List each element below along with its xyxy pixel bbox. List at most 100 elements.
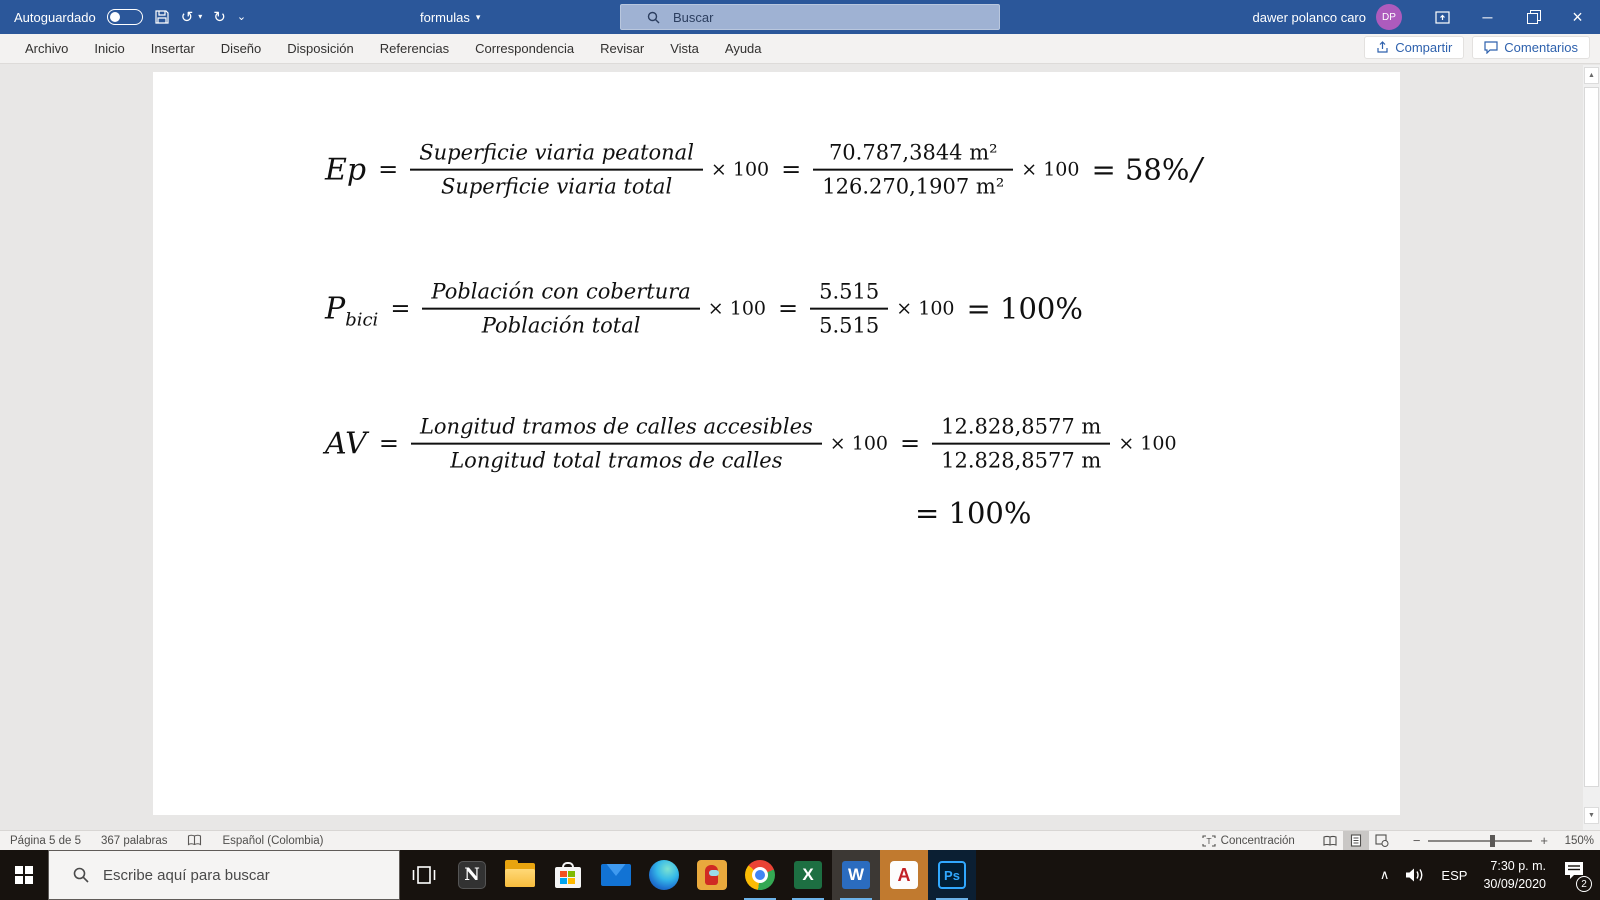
autosave-toggle[interactable] [106,9,143,25]
formula-av-continuation[interactable]: = 100% [915,496,1031,530]
read-mode-icon [1323,835,1337,846]
vertical-scrollbar[interactable]: ▲ ▼ [1583,65,1600,830]
equals-sign: = [378,156,399,184]
scroll-down-button[interactable]: ▼ [1584,807,1599,824]
focus-mode-button[interactable]: T Concentración [1202,835,1295,847]
word-icon: W [842,861,870,889]
tab-archivo[interactable]: Archivo [12,34,81,64]
taskbar-item-edge[interactable] [640,850,688,900]
scroll-up-button[interactable]: ▲ [1584,67,1599,84]
tab-diseno[interactable]: Diseño [208,34,274,64]
tab-referencias[interactable]: Referencias [367,34,462,64]
photoshop-icon: Ps [938,861,966,889]
taskbar-item-excel[interactable]: X [784,850,832,900]
times-100: × 100 [896,298,955,320]
avatar[interactable]: DP [1376,4,1402,30]
user-name: dawer polanco caro [1252,9,1366,25]
taskbar-item-notion[interactable]: N [448,850,496,900]
view-switcher [1317,831,1395,850]
document-page[interactable]: Ep = Superficie viaria peatonal Superfic… [153,72,1400,815]
tab-insertar[interactable]: Insertar [138,34,208,64]
customize-qat-icon[interactable]: ⌄ [237,11,246,23]
tab-disposicion[interactable]: Disposición [274,34,366,64]
fraction-text: Longitud tramos de calles accesibles Lon… [410,411,822,478]
clock[interactable]: 7:30 p. m. 30/09/2020 [1483,857,1546,893]
focus-mode-label: Concentración [1220,834,1295,847]
taskbar-search-box[interactable] [48,850,400,900]
zoom-out-button[interactable]: − [1413,833,1421,848]
undo-dropdown-icon[interactable]: ▾ [198,13,202,21]
excel-icon: X [794,861,822,889]
formula-lhs: Pbici [325,291,379,331]
document-title-text: formulas [420,9,470,25]
system-tray: ∧ ESP 7:30 p. m. 30/09/2020 2 [1380,850,1600,900]
minimize-button[interactable]: ─ [1465,0,1510,34]
taskbar-item-chrome[interactable] [736,850,784,900]
taskbar-item-among-us[interactable] [688,850,736,900]
zoom-percentage[interactable]: 150% [1556,835,1594,847]
print-layout-button[interactable] [1342,831,1369,850]
redo-icon[interactable]: ↻ [213,10,226,25]
formula-av[interactable]: AV = Longitud tramos de calles accesible… [325,411,1177,478]
ribbon-display-options-button[interactable] [1420,0,1465,34]
document-title[interactable]: formulas ▾ [420,0,480,34]
taskbar-item-autocad[interactable]: A [880,850,928,900]
read-mode-button[interactable] [1317,831,1343,850]
web-layout-button[interactable] [1369,831,1395,850]
task-view-button[interactable] [400,850,448,900]
formula-pbici[interactable]: Pbici = Población con cobertura Població… [325,276,1083,343]
autosave-label: Autoguardado [14,9,96,25]
tray-expand-icon[interactable]: ∧ [1380,867,1390,883]
volume-icon[interactable] [1405,867,1425,883]
comments-label: Comentarios [1504,40,1578,55]
zoom-in-button[interactable]: + [1540,833,1548,848]
equals-sign: = [378,430,399,458]
undo-icon[interactable]: ↺ [181,10,194,25]
print-layout-icon [1350,834,1361,847]
ribbon-tab-bar: Archivo Inicio Insertar Diseño Disposici… [0,34,1600,64]
tab-vista[interactable]: Vista [657,34,712,64]
tab-inicio[interactable]: Inicio [81,34,137,64]
tab-ayuda[interactable]: Ayuda [712,34,775,64]
ribbon-search-box[interactable] [620,4,1000,30]
fraction-values: 70.787,3844 m² 126.270,1907 m² [813,137,1014,204]
edge-icon [649,860,679,890]
taskbar-item-mail[interactable] [592,850,640,900]
taskbar-item-microsoft-store[interactable] [544,850,592,900]
start-button[interactable] [0,850,48,900]
times-100: × 100 [1021,159,1080,181]
comments-icon [1484,41,1498,54]
restore-icon [1526,10,1541,24]
close-button[interactable]: × [1555,0,1600,34]
taskbar-item-file-explorer[interactable] [496,850,544,900]
language-status[interactable]: Español (Colombia) [222,835,323,847]
scrollbar-thumb[interactable] [1584,87,1599,787]
taskbar-item-word[interactable]: W [832,850,880,900]
among-us-icon [697,860,727,890]
comments-button[interactable]: Comentarios [1472,36,1590,59]
language-indicator[interactable]: ESP [1441,868,1467,883]
restore-button[interactable] [1510,0,1555,34]
page-count[interactable]: Página 5 de 5 [10,835,81,847]
tab-revisar[interactable]: Revisar [587,34,657,64]
taskbar-search-input[interactable] [103,866,363,884]
search-input[interactable] [649,9,949,25]
zoom-slider[interactable] [1428,834,1533,847]
equals-sign: = [778,295,799,323]
proofing-icon[interactable] [187,834,202,847]
share-button[interactable]: Compartir [1364,36,1465,59]
equals-sign: = [781,156,802,184]
times-100: × 100 [710,159,770,181]
windows-taskbar: N X W A Ps ∧ ESP 7:30 p. m. 30/09/2020 [0,850,1600,900]
word-count[interactable]: 367 palabras [101,835,168,847]
action-center-button[interactable]: 2 [1562,860,1592,892]
tab-correspondencia[interactable]: Correspondencia [462,34,587,64]
save-icon[interactable] [154,9,170,25]
times-100: × 100 [707,298,767,320]
taskbar-item-photoshop[interactable]: Ps [928,850,976,900]
zoom-slider-thumb[interactable] [1490,834,1496,847]
formula-ep[interactable]: Ep = Superficie viaria peatonal Superfic… [325,137,1202,204]
formula-lhs: Ep [325,152,367,188]
notification-badge: 2 [1576,876,1592,892]
fraction-text: Población con cobertura Población total [422,276,700,343]
